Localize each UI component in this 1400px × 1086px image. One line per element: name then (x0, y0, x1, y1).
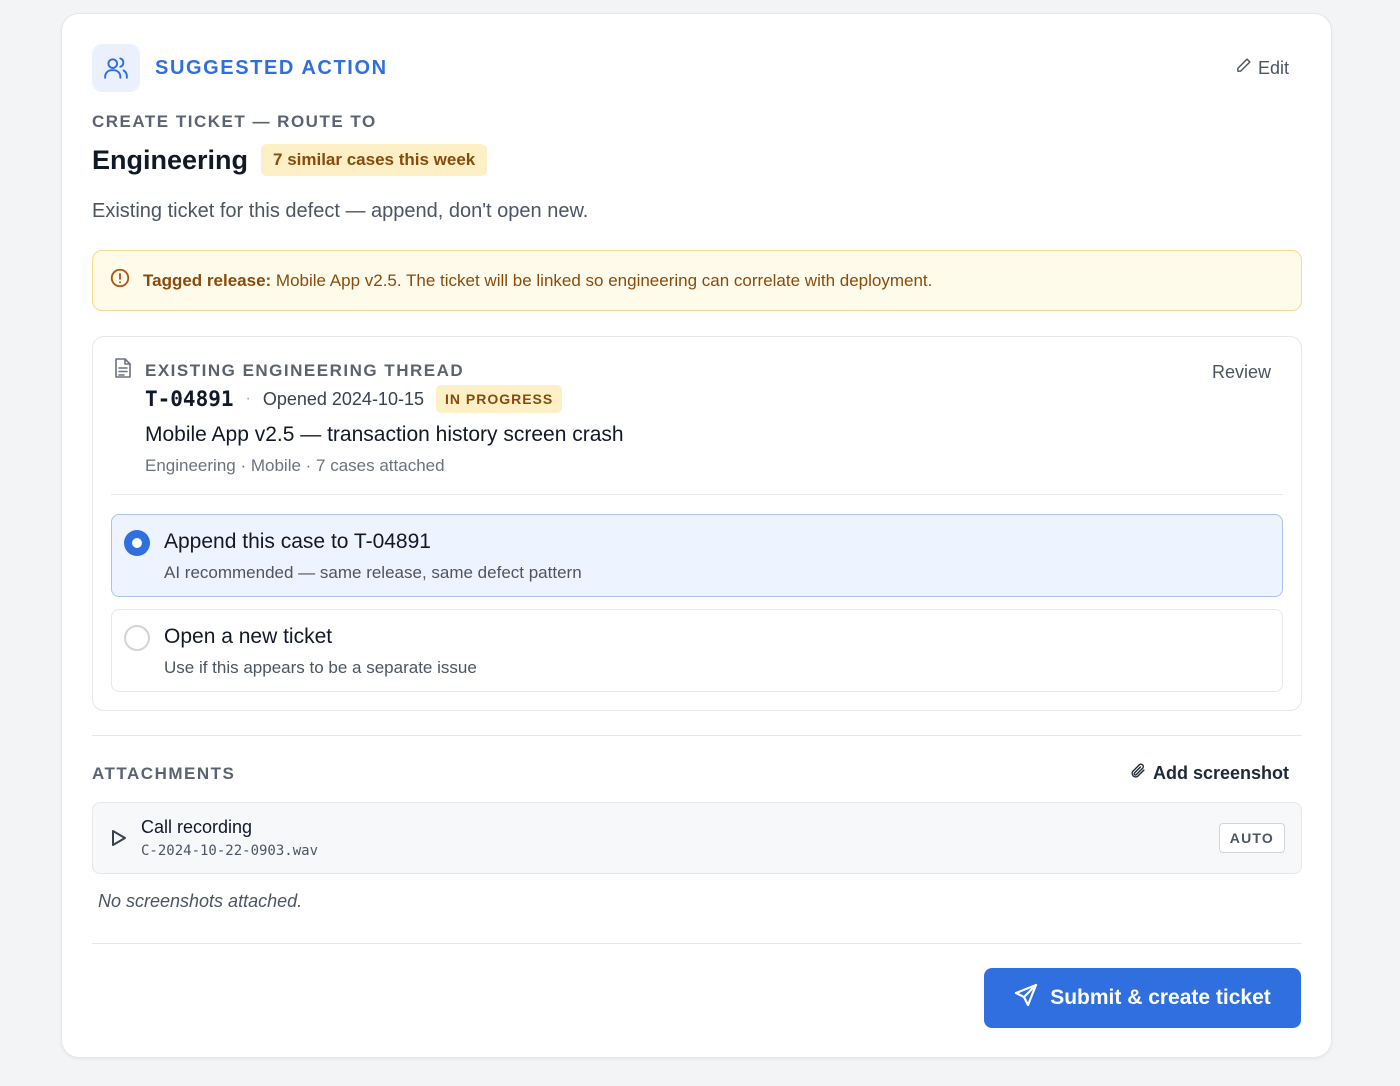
route-row: Engineering 7 similar cases this week (92, 144, 488, 176)
ticket-title: Mobile App v2.5 — transaction history sc… (145, 423, 624, 446)
card-header: SUGGESTED ACTION Edit (92, 44, 1301, 92)
document-icon (113, 357, 133, 384)
edit-label: Edit (1257, 57, 1289, 78)
paperclip-icon (1129, 762, 1146, 784)
radio-append-checked[interactable] (124, 530, 150, 556)
attachment-name: Call recording (141, 817, 253, 837)
option-title: Append this case to T-04891 (164, 530, 431, 553)
release-alert: Tagged release: Mobile App v2.5. The tic… (92, 250, 1302, 311)
thread-header: EXISTING ENGINEERING THREAD (113, 357, 464, 384)
alert-circle-icon (109, 267, 131, 294)
route-description: Existing ticket for this defect — append… (92, 200, 589, 222)
divider (92, 735, 1302, 736)
attachments-label: ATTACHMENTS (92, 764, 236, 783)
option-append-case[interactable]: Append this case to T-04891 AI recommend… (111, 514, 1283, 597)
add-screenshot-label: Add screenshot (1152, 762, 1289, 783)
submit-label: Submit & create ticket (1050, 986, 1271, 1009)
edit-button[interactable]: Edit (1235, 57, 1289, 79)
attachment-item: Call recording C-2024-10-22-0903.wav AUT… (92, 802, 1302, 874)
alert-text: Tagged release: Mobile App v2.5. The tic… (143, 271, 932, 291)
thread-label: EXISTING ENGINEERING THREAD (145, 360, 465, 380)
review-button[interactable]: Review (1212, 362, 1271, 383)
alert-body: Mobile App v2.5. The ticket will be link… (271, 270, 933, 290)
users-icon (92, 44, 140, 92)
divider (111, 494, 1283, 495)
ticket-meta: Engineering · Mobile · 7 cases attached (145, 456, 445, 475)
suggested-action-card: SUGGESTED ACTION Edit CREATE TICKET — RO… (61, 13, 1332, 1058)
section-title: SUGGESTED ACTION (155, 56, 388, 79)
option-title: Open a new ticket (164, 625, 333, 648)
existing-thread-panel: EXISTING ENGINEERING THREAD Review T-048… (92, 336, 1302, 711)
auto-badge: AUTO (1218, 823, 1285, 853)
option-open-new-ticket[interactable]: Open a new ticket Use if this appears to… (111, 609, 1283, 692)
route-team-name: Engineering (92, 144, 249, 175)
play-icon[interactable] (111, 829, 127, 852)
separator-dot: · (245, 390, 251, 407)
ticket-id[interactable]: T-04891 (145, 387, 234, 411)
divider (92, 943, 1302, 944)
submit-create-ticket-button[interactable]: Submit & create ticket (984, 968, 1301, 1028)
add-screenshot-button[interactable]: Add screenshot (1129, 762, 1289, 784)
similar-cases-badge: 7 similar cases this week (261, 144, 488, 176)
option-subtitle: Use if this appears to be a separate iss… (164, 658, 477, 677)
status-badge: IN PROGRESS (435, 385, 563, 413)
ticket-row: T-04891 · Opened 2024-10-15 IN PROGRESS (145, 385, 563, 413)
attachment-filename: C-2024-10-22-0903.wav (141, 843, 319, 859)
pencil-icon (1235, 57, 1252, 79)
alert-label: Tagged release: (143, 270, 272, 290)
no-screenshots-text: No screenshots attached. (98, 891, 303, 911)
radio-open-new[interactable] (124, 625, 150, 651)
route-eyebrow: CREATE TICKET — ROUTE TO (92, 112, 377, 131)
ticket-opened-date: Opened 2024-10-15 (262, 388, 424, 409)
send-icon (1014, 983, 1038, 1013)
option-subtitle: AI recommended — same release, same defe… (164, 563, 582, 582)
